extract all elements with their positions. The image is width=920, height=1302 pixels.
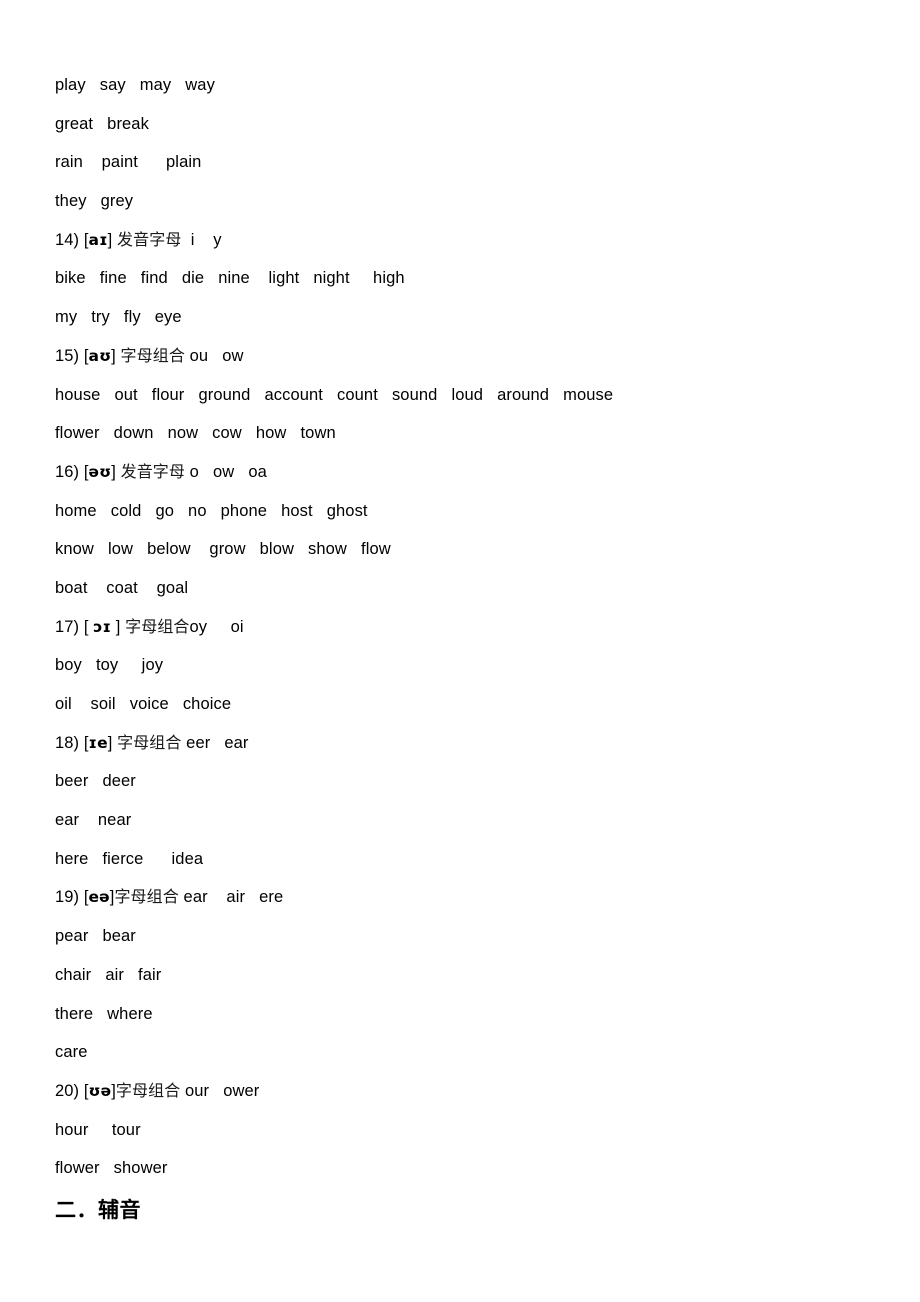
document-body: play say may way great break rain paint pl… <box>55 66 875 1230</box>
word-list-row: know low below grow blow show flow <box>55 540 391 559</box>
rule-letter-combination: ou ow <box>184 346 244 365</box>
rule-letter-combination: oy oi <box>189 617 244 636</box>
word-list-row: hour tour <box>55 1120 141 1139</box>
ipa-close-bracket: ] <box>111 617 121 636</box>
rule-letter-combination: our ower <box>180 1081 260 1100</box>
word-list-row: ear near <box>55 811 132 830</box>
phonetic-rule-line: 19) [eə]字母组合 ear air ere <box>55 878 875 917</box>
word-list-row: flower down now cow how town <box>55 424 336 443</box>
rule-letter-combination: eer ear <box>181 733 249 752</box>
rule-index: 17) <box>55 617 80 636</box>
rule-letter-combination: i y <box>181 230 222 249</box>
rule-chinese-label: 字母组合 <box>117 732 182 752</box>
word-list-row: bike fine find die nine light night high <box>55 269 405 288</box>
word-list-row: here fierce idea <box>55 849 204 868</box>
phonetic-rule-line: 15) [aʊ] 字母组合 ou ow <box>55 337 875 376</box>
rule-index: 15) <box>55 346 80 365</box>
rule-chinese-label: 字母组合 <box>114 887 179 907</box>
ipa-close-bracket: ] <box>111 346 116 365</box>
rule-index: 18) <box>55 733 80 752</box>
word-list-row: boy toy joy <box>55 656 164 675</box>
rule-chinese-label: 字母组合 <box>115 1080 181 1100</box>
phonetic-rule-line: 18) [ɪe] 字母组合 eer ear <box>55 724 875 763</box>
rule-chinese-label: 发音字母 <box>120 461 185 481</box>
ipa-close-bracket: ] <box>107 230 113 249</box>
word-list-row: my try fly eye <box>55 308 182 327</box>
word-list-row: home cold go no phone host ghost <box>55 501 368 520</box>
word-list-row: house out flour ground account count sou… <box>55 385 614 404</box>
ipa-close-bracket: ] <box>111 462 116 481</box>
ipa-symbol: əʊ <box>88 462 112 481</box>
word-list-row: great break <box>55 114 149 133</box>
phonetic-rule-line: 16) [əʊ] 发音字母 o ow oa <box>55 453 875 492</box>
ipa-symbol: aɪ <box>88 230 108 249</box>
phonetic-rule-line: 14) [aɪ] 发音字母 i y <box>55 221 875 260</box>
word-list-row: there where <box>55 1004 153 1023</box>
rule-letter-combination: ear air ere <box>178 888 284 907</box>
rule-letter-combination: o ow oa <box>185 462 267 481</box>
word-list-row: flower shower <box>55 1159 168 1178</box>
word-list-row: oil soil voice choice <box>55 695 232 713</box>
word-list-row: pear bear <box>55 927 136 946</box>
word-list-row: boat coat goal <box>55 578 189 597</box>
rule-chinese-label: 字母组合 <box>125 616 190 636</box>
ipa-symbol: ɪe <box>88 733 108 752</box>
rule-index: 19) <box>55 888 80 907</box>
word-list-row: care <box>55 1043 88 1062</box>
rule-chinese-label: 发音字母 <box>117 229 182 249</box>
word-list-row: they grey <box>55 192 134 211</box>
ipa-symbol: aʊ <box>88 346 112 365</box>
word-list-row: play say may way <box>55 76 215 94</box>
ipa-symbol: ʊə <box>88 1081 112 1100</box>
rule-chinese-label: 字母组合 <box>120 345 185 365</box>
rule-index: 20) <box>55 1081 80 1100</box>
word-list-row: rain paint plain <box>55 153 202 172</box>
ipa-open-bracket: [ <box>83 617 94 636</box>
ipa-symbol: eə <box>88 888 110 907</box>
ipa-symbol: ɔɪ <box>93 617 112 636</box>
rule-index: 14) <box>55 230 80 249</box>
phonetic-rule-line: 20) [ʊə]字母组合 our ower <box>55 1072 875 1111</box>
ipa-close-bracket: ] <box>107 733 113 752</box>
word-list-row: chair air fair <box>55 965 162 984</box>
phonetic-rule-line: 17) [ ɔɪ ] 字母组合oy oi <box>55 608 875 647</box>
document-page: play say may way great break rain paint pl… <box>0 0 920 1302</box>
rule-index: 16) <box>55 462 80 481</box>
section-heading: 二．辅音 <box>55 1196 141 1222</box>
word-list-row: beer deer <box>55 772 136 791</box>
